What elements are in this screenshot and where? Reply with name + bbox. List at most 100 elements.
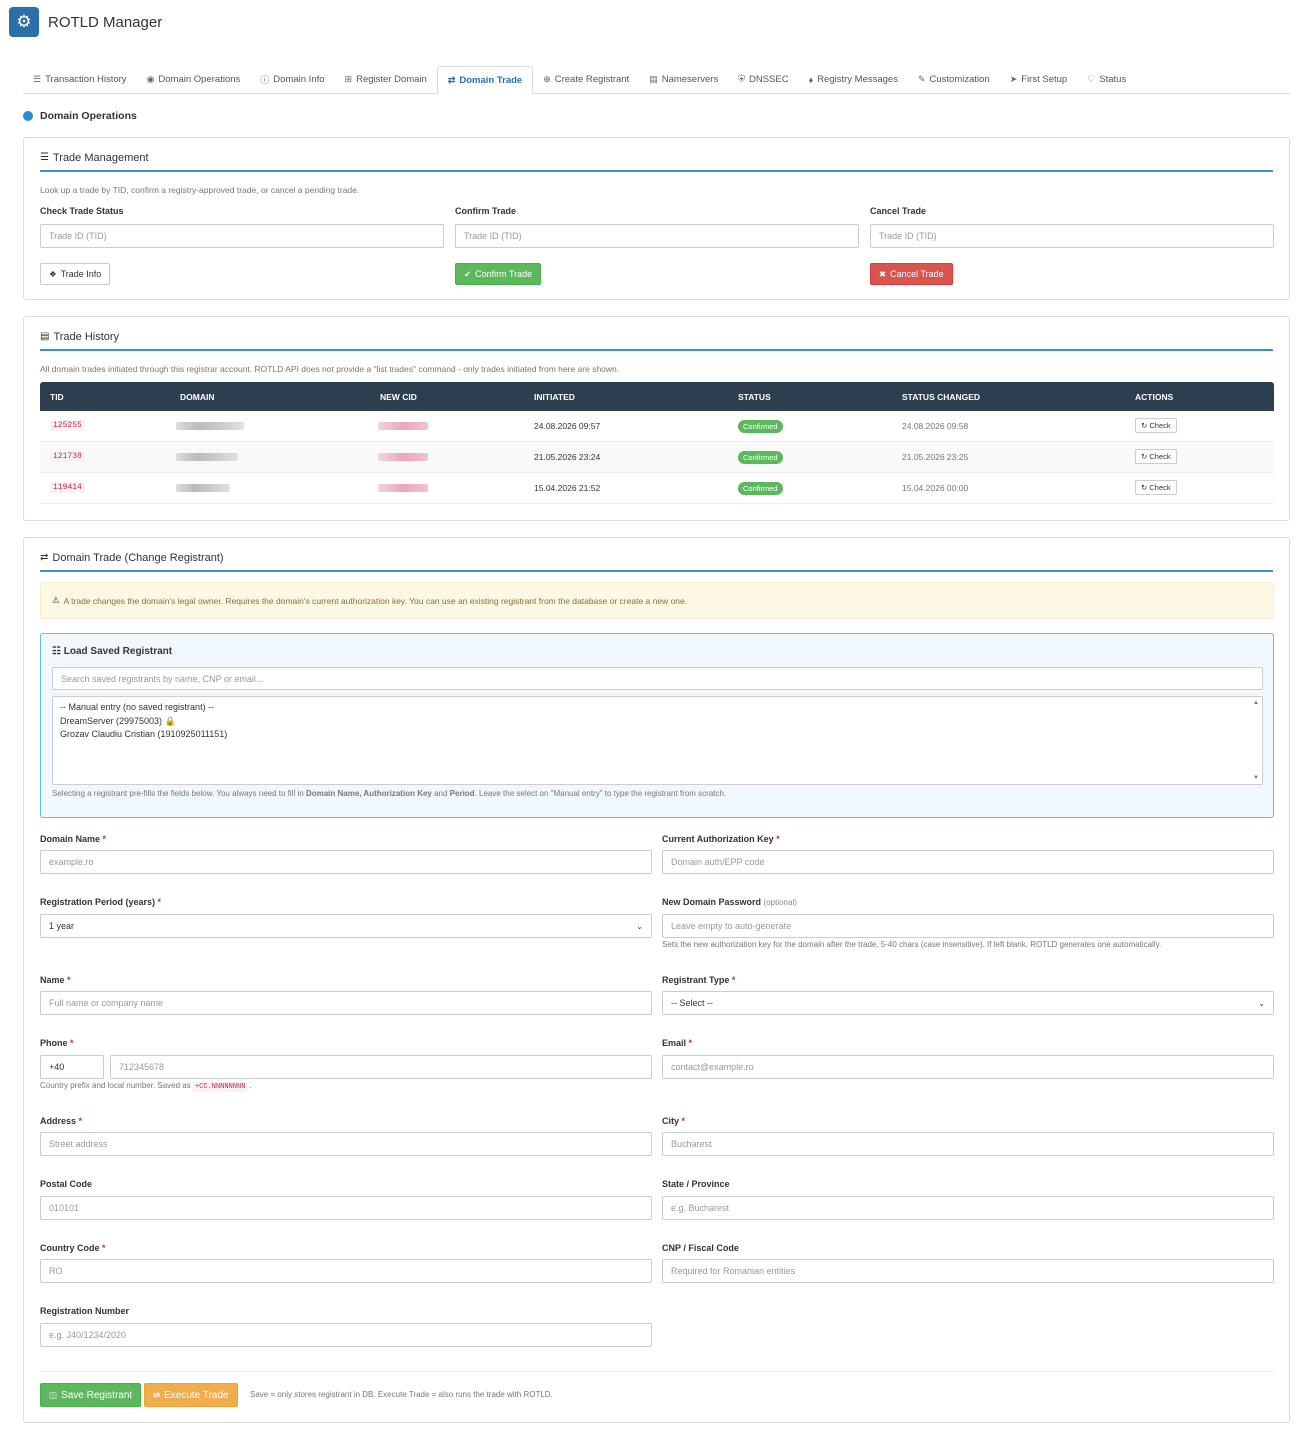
list-option[interactable]: -- Manual entry (no saved registrant) --: [60, 701, 1255, 715]
tab-dnssec[interactable]: ⛨ DNSSEC: [728, 66, 798, 93]
help-text: Country prefix and local number. Saved a…: [40, 1081, 191, 1090]
tab-status[interactable]: ♡ Status: [1077, 66, 1136, 93]
confirm-trade-button[interactable]: ✔ Confirm Trade: [455, 263, 542, 285]
scroll-up-icon[interactable]: ▲: [1253, 700, 1259, 706]
city-input[interactable]: [662, 1132, 1274, 1156]
confirm-trade-label: Confirm Trade: [455, 206, 517, 216]
period-select[interactable]: 1 year ⌄: [40, 914, 652, 938]
registrant-type-label: Registrant Type *: [662, 975, 735, 985]
button-label: Check: [1149, 483, 1171, 492]
column-header: NEW CID: [380, 392, 417, 402]
tab-domain-info[interactable]: ⓘ Domain Info: [250, 66, 334, 93]
panel-title: ⇄ Domain Trade (Change Registrant): [40, 552, 1273, 572]
registration-number-label: Registration Number: [40, 1306, 129, 1316]
required-marker: *: [102, 834, 107, 844]
confirm-trade-tid-input[interactable]: [455, 224, 859, 248]
period-label: Registration Period (years) *: [40, 897, 161, 907]
redacted-domain: [176, 453, 238, 461]
tab-first-setup[interactable]: ➤ First Setup: [1000, 66, 1077, 93]
phone-prefix-input[interactable]: [40, 1055, 104, 1079]
tab-transaction-history[interactable]: ☰ Transaction History: [23, 66, 137, 93]
tab-domain-trade[interactable]: ⇄ Domain Trade: [436, 66, 534, 94]
required-marker: *: [731, 975, 736, 985]
tab-label: Registry Messages: [817, 74, 898, 85]
save-registrant-button[interactable]: ◫ Save Registrant: [40, 1383, 142, 1407]
tab-register-domain[interactable]: ⊞ Register Domain: [335, 66, 437, 93]
scroll-down-icon[interactable]: ▼: [1253, 775, 1259, 781]
registrant-search-input[interactable]: [52, 667, 1263, 690]
registrant-select-list[interactable]: -- Manual entry (no saved registrant) --…: [52, 696, 1263, 785]
postal-code-input[interactable]: [40, 1196, 652, 1220]
tab-customization[interactable]: ✎ Customization: [908, 66, 1000, 93]
list-icon: ☰: [33, 74, 42, 84]
redacted-cid: [378, 484, 428, 492]
cancel-trade-label: Cancel Trade: [870, 206, 927, 216]
tab-nameservers[interactable]: ▤ Nameservers: [639, 66, 728, 93]
refresh-icon: ↻: [1141, 452, 1150, 461]
tasks-icon: ☰: [40, 152, 49, 163]
check-trade-tid-input[interactable]: [40, 224, 444, 248]
button-label: Cancel Trade: [890, 269, 944, 279]
check-icon: ✔: [464, 268, 472, 279]
trade-info-button[interactable]: ❖ Trade Info: [40, 263, 111, 285]
tid-code: 119414: [50, 482, 85, 493]
initiated-date: 21.05.2026 23:24: [534, 452, 601, 462]
plus-circle-icon: ⊕: [543, 74, 551, 84]
warning-alert: ⚠ A trade changes the domain's legal owne…: [40, 582, 1274, 619]
country-code-input[interactable]: [40, 1259, 652, 1283]
help-bold: Domain Name, Authorization Key: [305, 789, 432, 798]
column-header: STATUS: [738, 392, 771, 402]
tab-domain-operations[interactable]: ◉ Domain Operations: [137, 66, 251, 93]
info-icon: ❖: [49, 268, 57, 279]
name-input[interactable]: [40, 991, 652, 1015]
cancel-trade-tid-input[interactable]: [870, 224, 1274, 248]
trade-history-table: TID DOMAIN NEW CID INITIATED STATUS STAT…: [40, 382, 1274, 504]
initiated-date: 24.08.2026 09:57: [534, 421, 601, 431]
registrant-type-select[interactable]: -- Select -- ⌄: [662, 991, 1274, 1015]
new-password-input[interactable]: [662, 914, 1274, 938]
optional-marker: (optional): [763, 898, 797, 907]
phone-number-input[interactable]: [110, 1055, 652, 1079]
execute-trade-button[interactable]: ⇄ Execute Trade: [144, 1383, 238, 1407]
auth-key-label: Current Authorization Key *: [662, 834, 780, 844]
cnp-input[interactable]: [662, 1259, 1274, 1283]
tab-create-registrant[interactable]: ⊕ Create Registrant: [533, 66, 639, 93]
domain-name-input[interactable]: [40, 850, 652, 874]
tab-registry-messages[interactable]: ♦ Registry Messages: [799, 66, 908, 93]
list-option[interactable]: Grozav Claudiu Cristian (1910925011151): [60, 728, 1255, 742]
check-button[interactable]: ↻ Check: [1135, 449, 1177, 464]
label-text: Current Authorization Key: [662, 834, 774, 844]
phone-help: Country prefix and local number. Saved a…: [40, 1081, 252, 1092]
plus-square-icon: ⊞: [344, 74, 353, 84]
auth-key-input[interactable]: [662, 850, 1274, 874]
tab-label: Register Domain: [356, 74, 427, 85]
email-input[interactable]: [662, 1055, 1274, 1079]
column-header: TID: [50, 392, 64, 402]
panel-title: ☰ Trade Management: [40, 152, 1273, 172]
check-button[interactable]: ↻ Check: [1135, 418, 1177, 433]
phone-label: Phone *: [40, 1038, 74, 1048]
name-label: Name *: [40, 975, 71, 985]
button-label: Check: [1149, 452, 1171, 461]
list-option[interactable]: DreamServer (29975003) 🔒: [60, 715, 1255, 729]
label-text: Registration Period (years): [40, 897, 156, 907]
registration-number-input[interactable]: [40, 1323, 652, 1347]
initiated-date: 15.04.2026 21:52: [534, 483, 601, 493]
check-button[interactable]: ↻ Check: [1135, 480, 1177, 495]
required-marker: *: [681, 1116, 686, 1126]
gear-icon[interactable]: ⚙: [9, 7, 39, 37]
check-trade-label: Check Trade Status: [40, 206, 124, 216]
state-input[interactable]: [662, 1196, 1274, 1220]
warning-text: A trade changes the domain's legal owner…: [63, 595, 688, 606]
panel-title-text: Trade Management: [52, 152, 149, 164]
status-changed-date: 15.04.2026 00:00: [902, 483, 969, 493]
page-heading: Domain Operations: [23, 110, 137, 122]
label-text: Email: [662, 1038, 687, 1048]
help-text: Selecting a registrant pre-fills the fie…: [52, 789, 306, 798]
label-text: Address: [40, 1116, 77, 1126]
address-input[interactable]: [40, 1132, 652, 1156]
cancel-trade-button[interactable]: ✖ Cancel Trade: [870, 263, 953, 285]
postal-code-label: Postal Code: [40, 1179, 92, 1189]
column-header: DOMAIN: [180, 392, 215, 402]
email-label: Email *: [662, 1038, 692, 1048]
